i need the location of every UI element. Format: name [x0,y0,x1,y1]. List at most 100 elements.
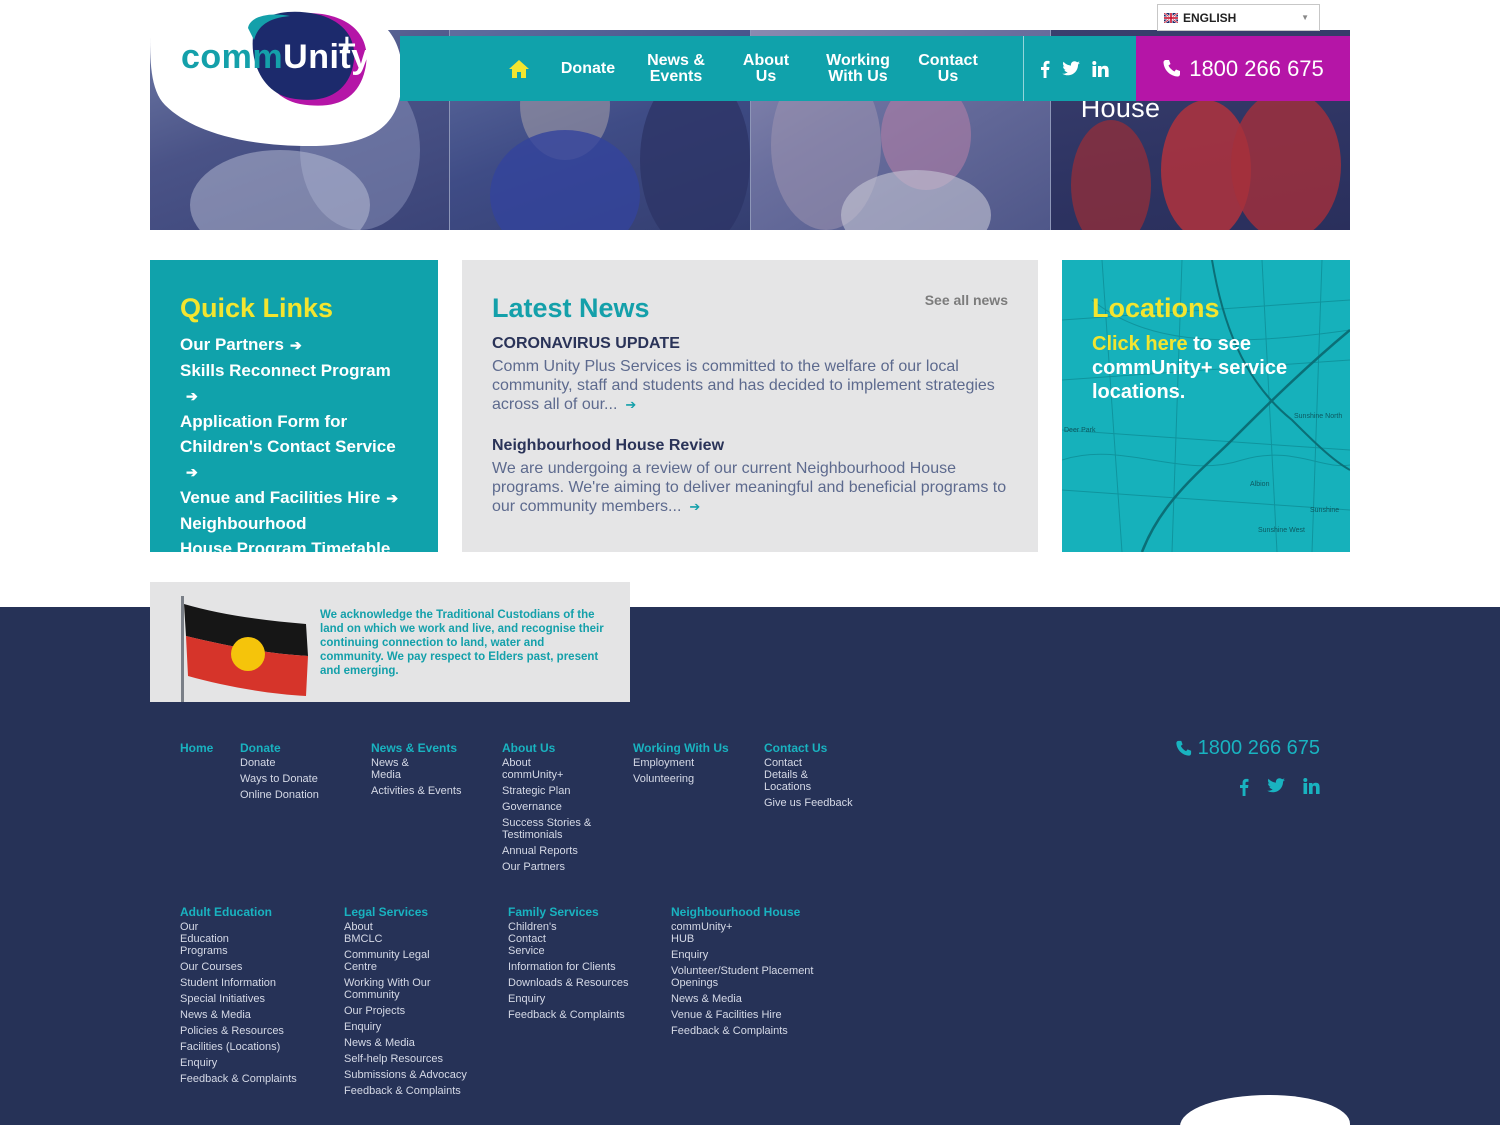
footer-link[interactable]: Community Legal Centre [344,949,444,973]
footer-link[interactable]: Donate [240,757,350,769]
footer-heading-family-services[interactable]: Family Services [508,904,648,920]
footer-link[interactable]: Policies & Resources [180,1025,320,1037]
language-selected: ENGLISH [1183,10,1237,25]
map-label: Deer Park [1064,427,1096,434]
footer-link[interactable]: Submissions & Advocacy [344,1069,484,1081]
arrow-right-icon[interactable]: ➔ [689,499,700,514]
footer-link[interactable]: Working With Our Community [344,977,444,1001]
footer-link[interactable]: Student Information [180,977,320,989]
footer-col-contact: Contact Us Contact Details & Locations G… [764,740,874,809]
footer-link-home[interactable]: Home [180,740,230,756]
footer-link[interactable]: Online Donation [240,789,350,801]
quick-link-application-form-line2[interactable]: Children's Contact Service ➔ [180,434,408,485]
footer-link[interactable]: Facilities (Locations) [180,1041,320,1053]
news-headline[interactable]: CORONAVIRUS UPDATE [492,334,1008,354]
see-all-news-link[interactable]: See all news [925,292,1008,308]
quick-link-venue-hire[interactable]: Venue and Facilities Hire ➔ [180,485,408,511]
footer-link[interactable]: Feedback & Complaints [508,1009,648,1021]
footer-link[interactable]: Feedback & Complaints [344,1085,484,1097]
footer-link[interactable]: About commUnity+ [502,757,577,781]
footer-link[interactable]: Our Projects [344,1005,484,1017]
footer-link[interactable]: Venue & Facilities Hire [671,1009,841,1021]
footer-link[interactable]: Activities & Events [371,785,471,797]
quick-link-nh-timetable-line2[interactable]: House Program Timetable➔ [180,536,408,587]
footer-heading-working-with-us[interactable]: Working With Us [633,740,743,756]
news-headline[interactable]: Neighbourhood House Review [492,436,1008,456]
news-item: Neighbourhood House Review We are underg… [492,436,1008,516]
facebook-icon[interactable] [1040,60,1050,78]
arrow-right-icon[interactable]: ➔ [625,397,636,412]
footer-link[interactable]: Feedback & Complaints [180,1073,320,1085]
footer-link[interactable]: News & Media [344,1037,484,1049]
locations-click-here-link[interactable]: Click here [1092,333,1188,355]
footer-heading-contact-us[interactable]: Contact Us [764,740,874,756]
quick-link-application-form-line1[interactable]: Application Form for [180,409,408,434]
footer-link[interactable]: Enquiry [671,949,841,961]
footer-link[interactable]: Feedback & Complaints [671,1025,841,1037]
footer-link[interactable]: News & Media [180,1009,320,1021]
footer-col-home: Home [180,740,230,756]
twitter-icon[interactable] [1062,61,1080,76]
footer-heading-adult-education[interactable]: Adult Education [180,904,320,920]
footer-link[interactable]: Our Partners [502,861,602,873]
footer-link[interactable]: News & Media [371,757,421,781]
footer-link[interactable]: Contact Details & Locations [764,757,826,793]
nav-news-events[interactable]: News & Events [640,36,712,101]
quick-link-skills-reconnect[interactable]: Skills Reconnect Program ➔ [180,358,408,409]
footer-link[interactable]: Information for Clients [508,961,648,973]
site-logo[interactable]: commUnity + [150,0,405,148]
footer-link[interactable]: Children's Contact Service [508,921,563,957]
language-selector[interactable]: ENGLISH ▼ [1157,4,1320,31]
footer-link[interactable]: Annual Reports [502,845,602,857]
footer-phone[interactable]: 1800 266 675 [1170,737,1320,760]
footer-link[interactable]: Self-help Resources [344,1053,484,1065]
footer-heading-about-us[interactable]: About Us [502,740,602,756]
latest-news-card: Latest News See all news CORONAVIRUS UPD… [462,260,1038,552]
quick-link-label: Children's Contact Service [180,437,396,456]
twitter-icon[interactable] [1267,778,1285,796]
quick-link-our-partners[interactable]: Our Partners ➔ [180,332,408,358]
map-label: Sunshine North [1294,413,1342,420]
footer-link[interactable]: Enquiry [180,1057,320,1069]
footer-link[interactable]: Volunteering [633,773,743,785]
map-label: Sunshine West [1258,527,1305,534]
footer-link[interactable]: Governance [502,801,602,813]
footer-link[interactable]: Employment [633,757,743,769]
footer-heading-neighbourhood-house[interactable]: Neighbourhood House [671,904,841,920]
footer-link[interactable]: Special Initiatives [180,993,320,1005]
footer-link[interactable]: Strategic Plan [502,785,602,797]
facebook-icon[interactable] [1239,778,1249,796]
nav-working-with-us[interactable]: Working With Us [818,36,898,101]
linkedin-icon[interactable] [1303,778,1320,796]
footer-heading-news-events[interactable]: News & Events [371,740,471,756]
footer-link[interactable]: Our Education Programs [180,921,240,957]
footer-link[interactable]: Downloads & Resources [508,977,648,989]
linkedin-icon[interactable] [1092,60,1109,77]
nav-home-link[interactable] [504,36,534,101]
nav-social-links [1040,36,1109,101]
footer-link[interactable]: Ways to Donate [240,773,350,785]
footer-col-working: Working With Us Employment Volunteering [633,740,743,785]
phone-icon [1175,740,1191,756]
news-excerpt: Comm Unity Plus Services is committed to… [492,357,1008,414]
footer-link[interactable]: Enquiry [508,993,648,1005]
header-phone-button[interactable]: 1800 266 675 [1136,36,1350,101]
quick-link-nh-timetable-line1[interactable]: Neighbourhood [180,511,408,536]
footer-link[interactable]: Success Stories & Testimonials [502,817,597,841]
nav-donate[interactable]: Donate [555,36,621,101]
nav-contact-us[interactable]: Contact Us [908,36,988,101]
footer-heading-donate[interactable]: Donate [240,740,350,756]
arrow-right-icon: ➔ [386,490,399,506]
footer-link[interactable]: Volunteer/Student Placement Openings [671,965,836,989]
footer-link[interactable]: Our Courses [180,961,320,973]
footer-link[interactable]: News & Media [671,993,841,1005]
nav-contact-line1: Contact [918,51,978,69]
footer-link[interactable]: About BMCLC [344,921,389,945]
footer-link[interactable]: Enquiry [344,1021,484,1033]
footer-link[interactable]: Give us Feedback [764,797,874,809]
nav-divider [1023,36,1024,101]
footer-link[interactable]: commUnity+ HUB [671,921,746,945]
nav-about-us[interactable]: About Us [734,36,798,101]
footer-heading-legal-services[interactable]: Legal Services [344,904,484,920]
quick-link-label: Our Partners [180,335,284,354]
